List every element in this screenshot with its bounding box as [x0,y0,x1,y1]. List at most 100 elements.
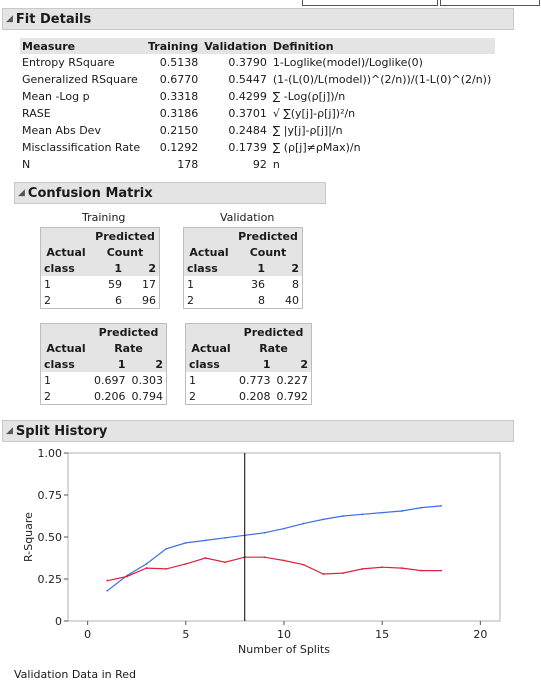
confusion-matrix-title: Confusion Matrix [27,185,153,201]
training-count-matrix: Predicted Actual Count class 1 2 1 59 17 2 6 96 [40,227,160,309]
measure-cell: Generalized RSquare [22,73,138,86]
matrix-value-cell: 0.697 [94,373,126,387]
actual-class-cell: 1 [44,373,51,387]
collapse-triangle-icon[interactable]: ◢ [6,14,13,24]
validation-cell: 0.4299 [228,90,267,103]
fit-details-header[interactable]: ◢ Fit Details [2,8,514,30]
data-point [106,579,109,582]
fit-details-table: Measure Training Validation Definition E… [20,38,496,173]
actual-class-cell: 2 [189,389,196,403]
data-point [184,562,187,565]
matrix-row: 2 6 96 [41,292,159,308]
y-axis-label: R-Square [22,512,35,562]
predicted-class-1-header: 1 [91,260,125,276]
data-point [302,563,305,566]
matrix-row: 2 8 40 [184,292,302,308]
matrix-value-cell: 8 [292,277,299,291]
matrix-value-cell: 36 [251,277,265,291]
table-row: Mean Abs Dev 0.2150 0.2484 ∑ |y[j]-ρ[j]|/n [20,122,495,139]
class-header: class [186,356,236,372]
data-point [263,556,266,559]
training-cell: 178 [177,158,199,171]
predicted-header: Predicted [236,324,311,340]
data-point [322,573,325,575]
actual-header: Actual [41,244,91,260]
validation-count-matrix: Predicted Actual Count class 1 2 1 36 8 2 8 40 [183,227,303,309]
statistic-header: Rate [236,340,311,356]
predicted-header: Predicted [91,324,166,340]
training-cell: 0.2150 [159,124,199,137]
matrix-value-cell: 6 [115,293,122,307]
data-point [204,557,207,559]
table-row: N 178 92 n [20,156,495,173]
matrix-row: 1 36 8 [184,276,302,292]
predicted-class-2-header: 2 [128,356,166,372]
split-history-header[interactable]: ◢ Split History [2,420,514,442]
statistic-header: Count [234,244,302,260]
data-point [420,569,423,572]
predicted-class-1-header: 1 [91,356,129,372]
matrix-value-cell: 0.794 [131,389,164,403]
predicted-class-1-header: 1 [236,356,274,372]
data-point [440,569,442,572]
collapse-triangle-icon[interactable]: ◢ [6,426,13,436]
validation-cell: 0.5447 [228,73,267,86]
definition-cell: n [272,158,280,171]
data-point [224,561,226,564]
matrix-value-cell: 0.792 [276,389,309,403]
data-point [283,527,285,530]
statistic-header: Rate [91,340,166,356]
measure-cell: Mean Abs Dev [22,124,101,137]
data-point [381,566,384,569]
data-point [361,513,364,516]
class-header: class [41,356,91,372]
table-row: Entropy RSquare 0.5138 0.3790 1-Loglike(mod… [20,54,495,71]
col-training: Training [146,38,203,54]
confusion-matrix-header[interactable]: ◢ Confusion Matrix [14,182,326,204]
matrix-value-cell: 17 [142,277,156,291]
measure-cell: RASE [22,107,51,120]
window-frame-right [440,0,540,6]
actual-class-cell: 2 [44,389,51,403]
measure-cell: Entropy RSquare [22,56,115,69]
data-point [145,562,148,565]
definition-cell: ∑ (ρ[j]≠ρMax)/n [272,141,361,154]
x-tick-label: 20 [473,628,487,641]
actual-header: Actual [186,340,236,356]
actual-class-cell: 2 [44,293,51,307]
data-point [165,568,168,570]
validation-cell: 0.1739 [228,141,267,154]
data-point [420,506,423,509]
training-rate-matrix: Predicted Actual Rate class 1 2 1 0.697 0.303 2 0.… [40,323,167,405]
predicted-class-1-header: 1 [234,260,268,276]
blank-header-cell [41,228,91,244]
fit-details-title: Fit Details [15,11,92,27]
footnote: Validation Data in Red [14,668,136,681]
training-cell: 0.6770 [159,73,199,86]
data-point [381,511,384,514]
split-history-chart: 0 0.25 0.50 0.75 1.00 0 5 10 15 20 Number of Split… [22,447,501,656]
col-validation: Validation [202,38,271,54]
definition-cell: ∑ |y[j]-ρ[j]|/n [272,124,343,137]
data-point [283,559,285,562]
data-point [263,531,266,534]
x-tick-label: 5 [182,628,189,641]
blank-header-cell [186,324,236,340]
matrix-value-cell: 0.206 [94,389,126,403]
class-header: class [41,260,91,276]
blank-header-cell [41,324,91,340]
collapse-triangle-icon[interactable]: ◢ [18,188,25,198]
validation-rate-matrix: Predicted Actual Rate class 1 2 1 0.773 0.227 2 0.… [185,323,312,405]
measure-cell: Mean -Log p [22,90,90,103]
predicted-class-2-header: 2 [125,260,159,276]
actual-header: Actual [41,340,91,356]
data-point [106,589,109,592]
x-tick-label: 0 [84,628,91,641]
validation-cell: 0.3701 [228,107,267,120]
y-tick-label: 0 [55,615,62,628]
matrix-value-cell: 0.227 [276,373,309,387]
table-row: Generalized RSquare 0.6770 0.5447 (1-(L(0)/… [20,71,495,88]
training-cell: 0.5138 [159,56,199,69]
x-tick-label: 15 [375,628,389,641]
data-point [302,522,305,525]
